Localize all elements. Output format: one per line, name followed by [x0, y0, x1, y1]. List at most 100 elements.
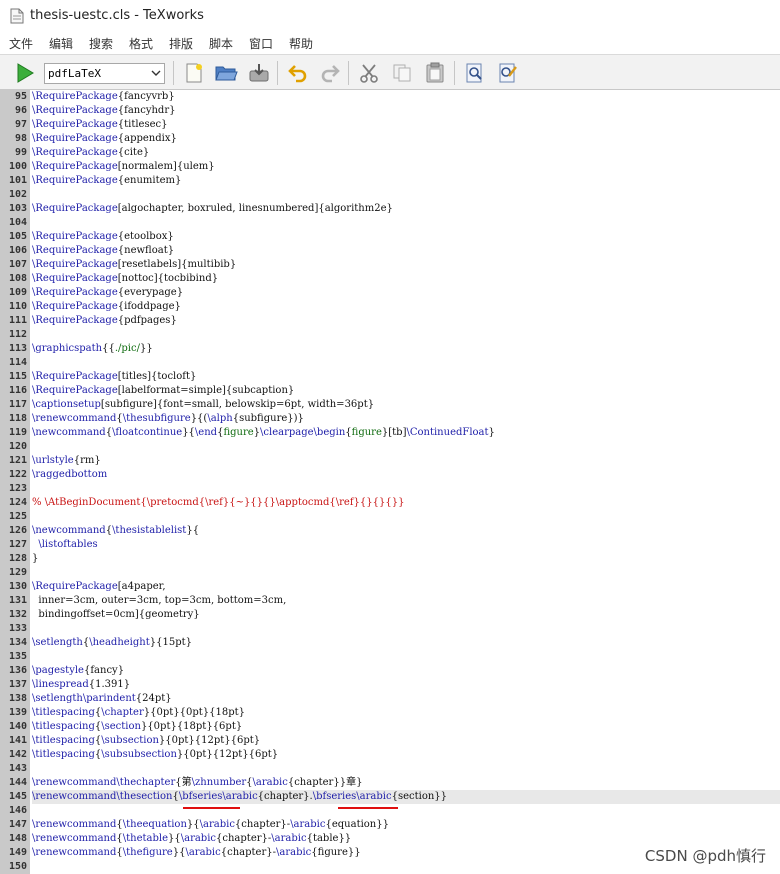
- menu-window[interactable]: 窗口: [249, 35, 273, 52]
- code-line[interactable]: bindingoffset=0cm]{geometry}: [32, 608, 780, 622]
- line-number: 97: [14, 119, 27, 130]
- code-line[interactable]: [32, 804, 780, 818]
- replace-button[interactable]: [494, 59, 522, 87]
- code-token: {1.391}: [88, 679, 131, 690]
- menu-typeset[interactable]: 排版: [169, 35, 193, 52]
- window-title: thesis-uestc.cls - TeXworks: [30, 8, 204, 23]
- code-line[interactable]: [32, 566, 780, 580]
- code-line[interactable]: [32, 762, 780, 776]
- paste-button[interactable]: [421, 59, 449, 87]
- code-line[interactable]: \RequirePackage{ifoddpage}: [32, 300, 780, 314]
- code-line[interactable]: \setlength{\headheight}{15pt}: [32, 636, 780, 650]
- code-token: section: [397, 791, 435, 802]
- line-number: 148: [8, 833, 27, 844]
- code-line[interactable]: \RequirePackage{everypage}: [32, 286, 780, 300]
- code-line[interactable]: \RequirePackage[labelformat=simple]{subc…: [32, 384, 780, 398]
- code-line[interactable]: \RequirePackage[a4paper,: [32, 580, 780, 594]
- code-line[interactable]: \RequirePackage[titles]{tocloft}: [32, 370, 780, 384]
- code-token: }: [94, 455, 101, 466]
- code-token: etoolbox: [124, 231, 168, 242]
- menu-format[interactable]: 格式: [129, 35, 153, 52]
- code-token: \subsection: [101, 735, 159, 746]
- code-line[interactable]: \titlespacing{\subsubsection}{0pt}{12pt}…: [32, 748, 780, 762]
- cut-button[interactable]: [355, 59, 383, 87]
- code-line[interactable]: \setlength\parindent{24pt}: [32, 692, 780, 706]
- code-token: \RequirePackage: [32, 371, 118, 382]
- line-number: 129: [8, 567, 27, 578]
- code-line[interactable]: % \AtBeginDocument{\pretocmd{\ref}{~}{}{…: [32, 496, 780, 510]
- line-number: 96: [14, 105, 27, 116]
- code-line[interactable]: \RequirePackage{titlesec}: [32, 118, 780, 132]
- code-line[interactable]: \RequirePackage[resetlabels]{multibib}: [32, 258, 780, 272]
- menu-search[interactable]: 搜索: [89, 35, 113, 52]
- code-token: ./pic/: [114, 343, 140, 354]
- new-document-button[interactable]: [180, 59, 208, 87]
- code-line[interactable]: \RequirePackage[algochapter, boxruled, l…: [32, 202, 780, 216]
- code-token: chapter: [294, 777, 334, 788]
- find-button[interactable]: [461, 59, 489, 87]
- open-button[interactable]: [212, 59, 240, 87]
- line-number: 112: [8, 329, 27, 340]
- code-token: \pagestyle: [32, 665, 84, 676]
- code-editor[interactable]: 95 96 97 98 99 100 101 102 103 104 105 106 107 108 109…: [0, 90, 780, 874]
- code-line[interactable]: \newcommand{\floatcontinue}{\end{figure}…: [32, 426, 780, 440]
- menu-file[interactable]: 文件: [9, 35, 33, 52]
- code-line[interactable]: \titlespacing{\subsection}{0pt}{12pt}{6p…: [32, 734, 780, 748]
- code-token: }{: [182, 427, 195, 438]
- code-line[interactable]: \urlstyle{rm}: [32, 454, 780, 468]
- line-number: 121: [8, 455, 27, 466]
- typeset-button[interactable]: [11, 59, 39, 87]
- toolbar-separator: [173, 61, 174, 85]
- code-line[interactable]: \RequirePackage[nottoc]{tocbibind}: [32, 272, 780, 286]
- code-line[interactable]: \renewcommand{\thetable}{\arabic{chapter…: [32, 832, 780, 846]
- code-line[interactable]: \pagestyle{fancy}: [32, 664, 780, 678]
- code-line[interactable]: \newcommand{\thesistablelist}{: [32, 524, 780, 538]
- code-token: }: [167, 245, 175, 256]
- code-line[interactable]: \RequirePackage{appendix}: [32, 132, 780, 146]
- code-line[interactable]: \RequirePackage{cite}: [32, 146, 780, 160]
- code-line[interactable]: [32, 356, 780, 370]
- code-line[interactable]: [32, 622, 780, 636]
- menu-edit[interactable]: 编辑: [49, 35, 73, 52]
- line-number: 104: [8, 217, 27, 228]
- code-line[interactable]: \captionsetup[subfigure]{font=small, bel…: [32, 398, 780, 412]
- code-line[interactable]: \RequirePackage{pdfpages}: [32, 314, 780, 328]
- code-line[interactable]: \titlespacing{\section}{0pt}{18pt}{6pt}: [32, 720, 780, 734]
- code-line[interactable]: \RequirePackage{etoolbox}: [32, 230, 780, 244]
- code-token: fancyvrb: [124, 91, 169, 102]
- code-line[interactable]: inner=3cm, outer=3cm, top=3cm, bottom=3c…: [32, 594, 780, 608]
- code-line[interactable]: \linespread{1.391}: [32, 678, 780, 692]
- code-line[interactable]: \graphicspath{{./pic/}}: [32, 342, 780, 356]
- engine-select[interactable]: pdfLaTeX: [44, 63, 165, 84]
- code-line[interactable]: \titlespacing{\chapter}{0pt}{0pt}{18pt}: [32, 706, 780, 720]
- code-line[interactable]: \RequirePackage{fancyvrb}: [32, 90, 780, 104]
- code-token: 章: [346, 777, 357, 788]
- code-token: \ContinuedFloat: [406, 427, 489, 438]
- code-line[interactable]: [32, 216, 780, 230]
- code-line[interactable]: [32, 328, 780, 342]
- code-line[interactable]: [32, 188, 780, 202]
- folder-open-icon: [215, 66, 238, 81]
- save-button[interactable]: [245, 59, 273, 87]
- code-line[interactable]: \RequirePackage[normalem]{ulem}: [32, 160, 780, 174]
- code-line[interactable]: \raggedbottom: [32, 468, 780, 482]
- code-line[interactable]: [32, 482, 780, 496]
- code-line[interactable]: [32, 440, 780, 454]
- redo-button[interactable]: [316, 59, 344, 87]
- code-line[interactable]: \renewcommand{\thesubfigure}{(\alph{subf…: [32, 412, 780, 426]
- code-line[interactable]: \listoftables: [32, 538, 780, 552]
- menu-help[interactable]: 帮助: [289, 35, 313, 52]
- code-line[interactable]: }: [32, 552, 780, 566]
- line-number: 136: [8, 665, 27, 676]
- code-line[interactable]: \RequirePackage{newfloat}: [32, 244, 780, 258]
- code-line[interactable]: \renewcommand{\theequation}{\arabic{chap…: [32, 818, 780, 832]
- code-line[interactable]: \renewcommand\thesection{\bfseries\arabi…: [32, 790, 780, 804]
- code-line[interactable]: [32, 650, 780, 664]
- code-line[interactable]: \renewcommand\thechapter{第\zhnumber{\ara…: [32, 776, 780, 790]
- undo-button[interactable]: [284, 59, 312, 87]
- code-line[interactable]: \RequirePackage{enumitem}: [32, 174, 780, 188]
- copy-button[interactable]: [388, 59, 416, 87]
- code-line[interactable]: \RequirePackage{fancyhdr}: [32, 104, 780, 118]
- code-line[interactable]: [32, 510, 780, 524]
- menu-scripts[interactable]: 脚本: [209, 35, 233, 52]
